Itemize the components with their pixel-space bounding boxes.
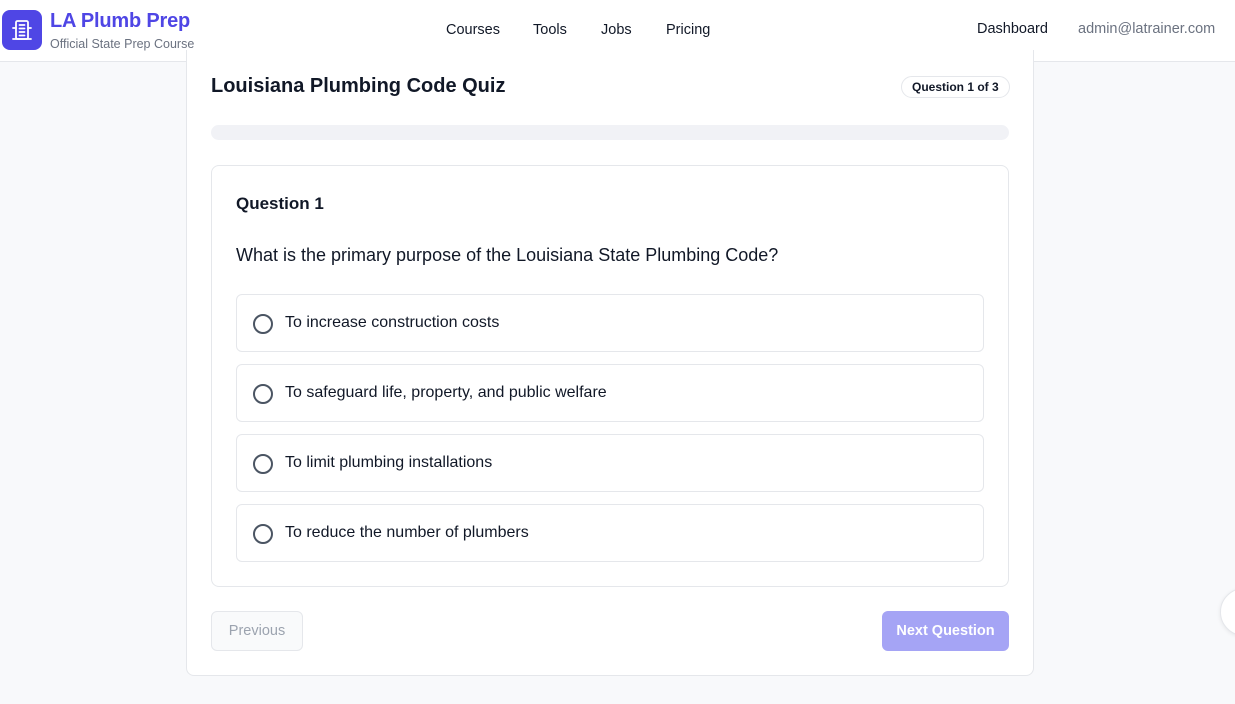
question-text: What is the primary purpose of the Louis… (236, 245, 779, 265)
brand-subtitle: Official State Prep Course (50, 37, 195, 51)
question-counter-badge: Question 1 of 3 (901, 76, 1010, 98)
floating-action-button[interactable] (1220, 588, 1235, 636)
previous-button[interactable]: Previous (211, 611, 303, 651)
answer-option-label: To limit plumbing installations (285, 454, 493, 471)
user-email[interactable]: admin@latrainer.com (1078, 21, 1215, 37)
answer-option-4[interactable]: To reduce the number of plumbers (236, 504, 984, 562)
quiz-progress-bar (211, 125, 1009, 140)
radio-button-icon[interactable] (253, 524, 273, 544)
answer-option-2[interactable]: To safeguard life, property, and public … (236, 364, 984, 422)
answer-option-1[interactable]: To increase construction costs (236, 294, 984, 352)
nav-link-courses[interactable]: Courses (446, 22, 500, 38)
answer-option-label: To reduce the number of plumbers (285, 524, 529, 541)
nav-link-tools[interactable]: Tools (533, 22, 567, 38)
radio-button-icon[interactable] (253, 314, 273, 334)
dashboard-link[interactable]: Dashboard (977, 21, 1048, 37)
nav-link-jobs[interactable]: Jobs (601, 22, 632, 38)
question-heading: Question 1 (236, 194, 324, 213)
answer-option-3[interactable]: To limit plumbing installations (236, 434, 984, 492)
radio-button-icon[interactable] (253, 454, 273, 474)
brand-title[interactable]: LA Plumb Prep (50, 10, 190, 33)
radio-button-icon[interactable] (253, 384, 273, 404)
building-icon[interactable] (2, 10, 42, 50)
answer-option-label: To increase construction costs (285, 314, 500, 331)
nav-link-pricing[interactable]: Pricing (666, 22, 710, 38)
next-question-button[interactable]: Next Question (882, 611, 1009, 651)
quiz-title: Louisiana Plumbing Code Quiz (211, 75, 506, 97)
answer-option-label: To safeguard life, property, and public … (285, 384, 607, 401)
